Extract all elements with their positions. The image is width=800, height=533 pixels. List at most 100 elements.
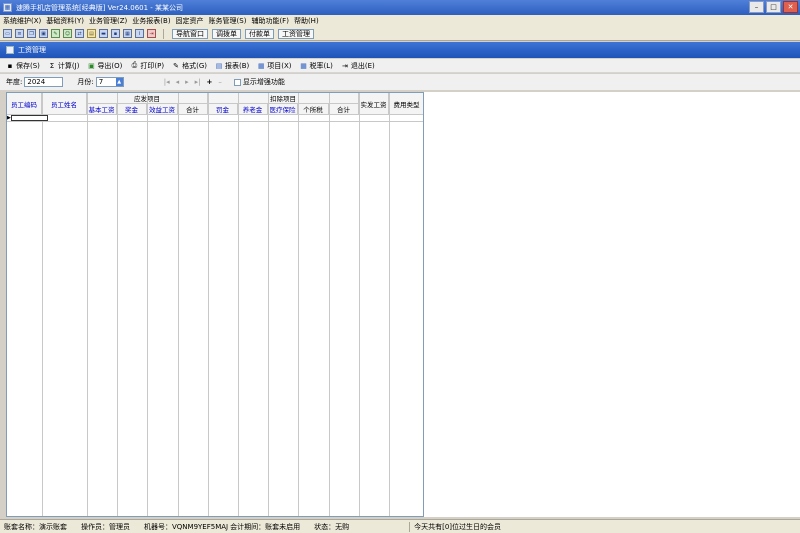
payment-order-button[interactable]: 付款单	[245, 28, 274, 39]
report-button[interactable]: ▤ 报表(B)	[215, 61, 250, 71]
status-birthday: 今天共有[0]位过生日的会员	[414, 522, 502, 531]
month-spinner[interactable]: 7 ▲	[95, 77, 124, 87]
grid-line	[359, 93, 360, 516]
group-deduction-items: 扣除项目	[208, 93, 359, 104]
title-bar: ▦ 速腾手机店管理系统[经典版] Ver24.0601 - 某某公司 – □ ✕	[0, 0, 800, 15]
table-row[interactable]	[7, 121, 423, 122]
filter-bar: 年度: 2024 月份: 7 ▲ |◂ ◂ ▸ ▸| + – 显示增强功能	[0, 74, 800, 90]
new-icon[interactable]: ▭	[3, 29, 12, 38]
menu-basic-data[interactable]: 基础资料(Y)	[46, 16, 84, 26]
toolbar-separator	[163, 28, 164, 39]
grid-line	[268, 93, 269, 516]
col-payable-total[interactable]: 合计	[178, 104, 208, 115]
minimize-button[interactable]: –	[749, 1, 764, 13]
col-base-salary[interactable]: 基本工资	[87, 104, 117, 115]
status-operator: 操作员：管理员	[81, 522, 130, 531]
window-title: 速腾手机店管理系统[经典版] Ver24.0601 - 某某公司	[16, 3, 184, 12]
card-icon[interactable]: ▬	[99, 29, 108, 38]
nav-window-button[interactable]: 导航窗口	[172, 28, 208, 39]
status-separator	[409, 521, 411, 532]
grid-line	[329, 93, 330, 516]
enhanced-features-label: 显示增强功能	[242, 78, 285, 86]
menu-auxiliary[interactable]: 辅助功能(F)	[251, 16, 289, 26]
col-employee-code[interactable]: 员工编码	[7, 93, 42, 115]
grid-line	[238, 93, 239, 516]
month-label: 月份:	[77, 78, 94, 86]
exit-button[interactable]: ⇥ 退出(E)	[341, 61, 375, 71]
prev-record-icon[interactable]: ◂	[176, 78, 180, 86]
col-income-tax[interactable]: 个所税	[298, 104, 329, 115]
format-button[interactable]: ✎ 格式(G)	[172, 61, 207, 71]
next-record-icon[interactable]: ▸	[185, 78, 189, 86]
menu-system[interactable]: 系统维护(X)	[3, 16, 41, 26]
status-period: 会计期间：账套未启用	[230, 522, 301, 531]
status-account: 账套名称：演示账套	[4, 522, 67, 531]
grid-line	[298, 93, 299, 516]
report-icon: ▤	[215, 61, 223, 70]
status-machine: 机器号：VQNM9YEF5MAJ	[144, 522, 229, 531]
first-record-icon[interactable]: |◂	[164, 78, 170, 86]
spinner-arrow-icon[interactable]: ▲	[115, 78, 123, 86]
panel-title: 工资管理	[18, 46, 46, 54]
format-icon: ✎	[173, 61, 180, 70]
maximize-button[interactable]: □	[766, 1, 781, 13]
menu-bar: 系统维护(X) 基础资料(Y) 业务管理(Z) 业务报表(B) 固定资产 账务管…	[0, 15, 800, 27]
users-icon[interactable]: ☺	[63, 29, 72, 38]
add-record-icon[interactable]: +	[207, 78, 213, 86]
col-pension[interactable]: 养老金	[238, 104, 268, 115]
menu-reports[interactable]: 业务报表(B)	[132, 16, 170, 26]
info-icon[interactable]: i	[135, 29, 144, 38]
panel-header: 工资管理	[0, 42, 800, 58]
exit-icon: ⇥	[341, 61, 348, 70]
list-icon[interactable]: ≡	[15, 29, 24, 38]
menu-help[interactable]: 帮助(H)	[294, 16, 319, 26]
col-performance-pay[interactable]: 效益工资	[147, 104, 178, 115]
window-icon[interactable]: ▣	[39, 29, 48, 38]
menu-business[interactable]: 业务管理(Z)	[89, 16, 127, 26]
calculate-button[interactable]: Σ 计算(J)	[48, 61, 80, 71]
print-icon: ⎙	[131, 61, 138, 69]
col-fine[interactable]: 罚金	[208, 104, 238, 115]
checkbox-box[interactable]	[233, 78, 241, 86]
sum-icon: Σ	[49, 61, 55, 70]
grid-line	[178, 93, 179, 516]
print-button[interactable]: ⎙ 打印(P)	[130, 61, 165, 71]
copy-icon[interactable]: ❐	[27, 29, 36, 38]
year-label: 年度:	[6, 78, 23, 86]
main-toolbar: ▭ ≡ ❐ ▣ ✎ ☺ ⇄ ▤ ▬ ▪ ▦ i ⇥ 导航窗口 调拨单 付款单 工…	[0, 27, 800, 41]
col-net-salary[interactable]: 实发工资	[359, 93, 389, 115]
disk-icon[interactable]: ▪	[111, 29, 120, 38]
delete-record-icon[interactable]: –	[218, 78, 222, 86]
payroll-button[interactable]: 工资管理	[278, 28, 314, 39]
export-button[interactable]: ▣ 导出(O)	[87, 61, 122, 71]
project-icon: ▦	[257, 61, 265, 70]
calculator-icon[interactable]: ▦	[123, 29, 132, 38]
save-button[interactable]: ▪ 保存(S)	[6, 61, 40, 71]
menu-fixed-assets[interactable]: 固定资产	[176, 16, 204, 26]
close-button[interactable]: ✕	[783, 1, 798, 13]
menu-accounting[interactable]: 账务管理(S)	[209, 16, 247, 26]
tax-rate-button[interactable]: ▦ 税率(L)	[300, 61, 333, 71]
col-medical-insurance[interactable]: 医疗保险	[268, 104, 298, 115]
grid-line	[87, 93, 88, 516]
year-input[interactable]: 2024	[24, 77, 64, 87]
project-button[interactable]: ▦ 项目(X)	[257, 61, 292, 71]
edit-icon[interactable]: ✎	[51, 29, 60, 38]
col-deduction-total[interactable]: 合计	[329, 104, 359, 115]
payroll-icon	[6, 46, 14, 54]
col-expense-type[interactable]: 费用类型	[389, 93, 423, 115]
action-toolbar: ▪ 保存(S) Σ 计算(J) ▣ 导出(O) ⎙ 打印(P) ✎ 格式(G) ▤ 报表(B…	[0, 59, 800, 73]
payroll-grid[interactable]: 员工编码 员工姓名 应发项目 基本工资 奖金 效益工资 合计 扣除项目 罚金 养…	[6, 92, 424, 517]
transfer-order-button[interactable]: 调拨单	[212, 28, 241, 39]
taxrate-icon: ▦	[300, 61, 307, 70]
last-record-icon[interactable]: ▸|	[195, 78, 201, 86]
enhanced-features-checkbox[interactable]: 显示增强功能	[233, 77, 285, 87]
grid-line	[42, 93, 43, 516]
col-employee-name[interactable]: 员工姓名	[42, 93, 87, 115]
status-bar: 账套名称：演示账套 操作员：管理员 机器号：VQNM9YEF5MAJ 会计期间：…	[0, 519, 800, 533]
document-icon[interactable]: ▤	[87, 29, 96, 38]
exit-toolbar-icon[interactable]: ⇥	[147, 29, 156, 38]
save-icon: ▪	[7, 61, 13, 70]
col-bonus[interactable]: 奖金	[117, 104, 147, 115]
transfer-icon[interactable]: ⇄	[75, 29, 84, 38]
